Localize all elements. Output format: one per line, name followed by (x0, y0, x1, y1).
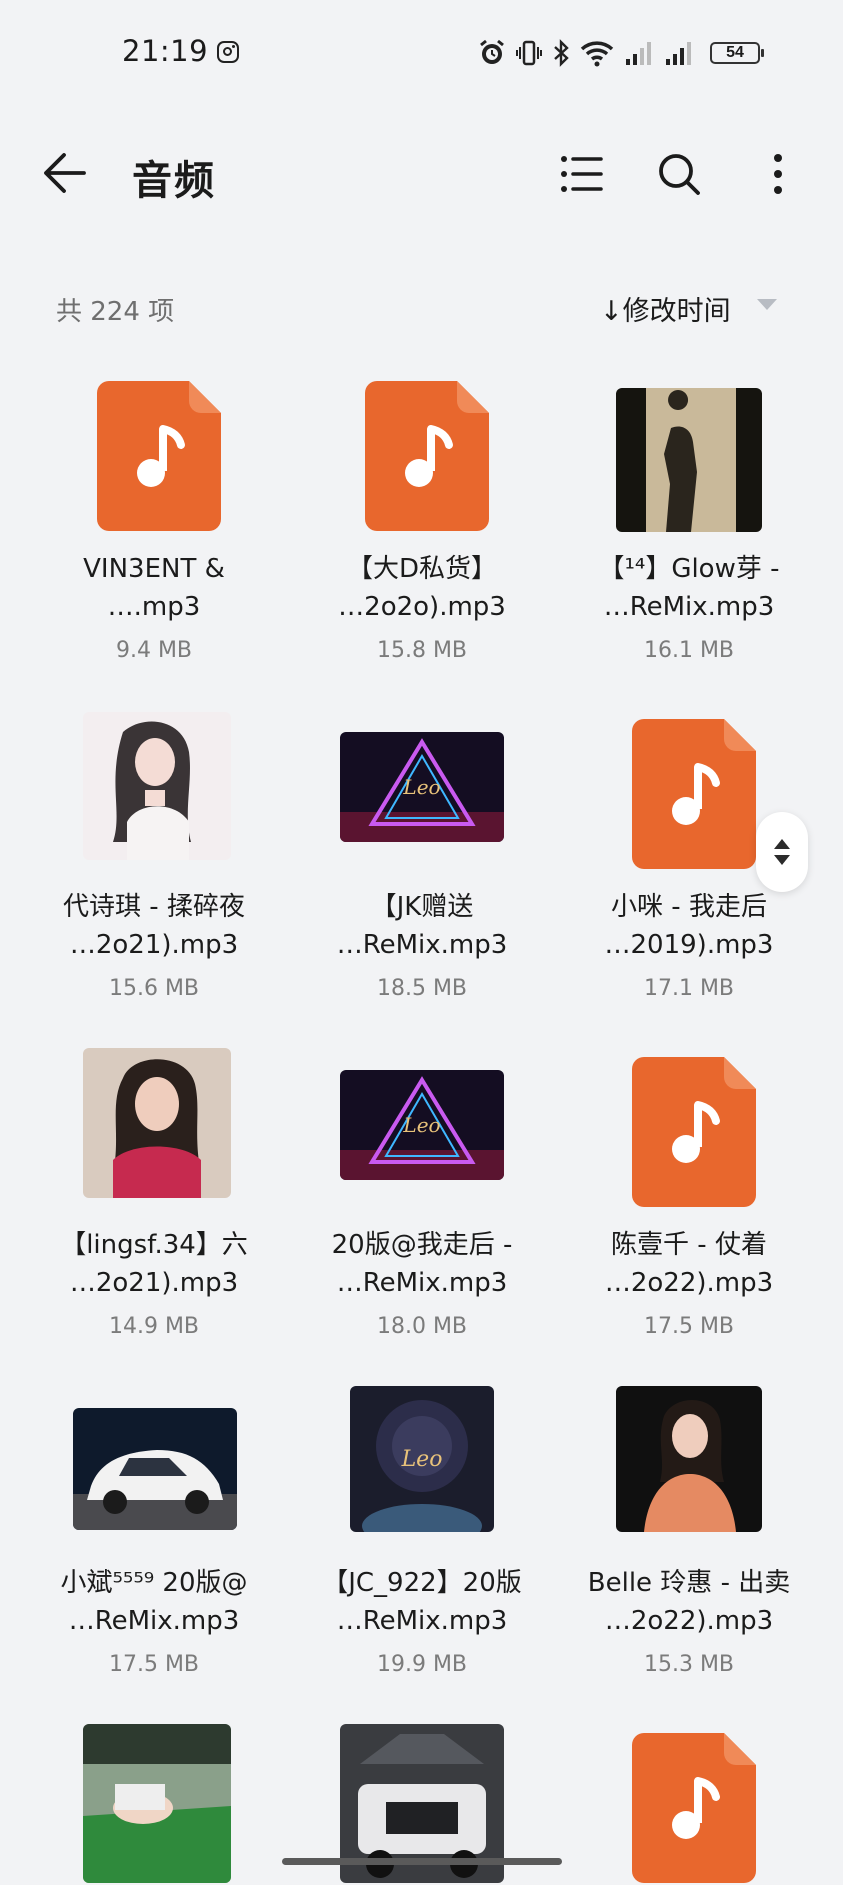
file-size: 16.1 MB (643, 638, 735, 663)
billiards-image (83, 1724, 231, 1883)
status-time: 21:19 (122, 34, 209, 68)
car-image (73, 1408, 237, 1530)
file-size: 9.4 MB (115, 638, 193, 663)
file-name: 20版@我走后 - …ReMix.mp3 (331, 1230, 513, 1298)
file-name: 【¹⁴】Glow芽 - …ReMix.mp3 (598, 554, 780, 622)
file-size: 17.1 MB (643, 976, 735, 1001)
file-size: 18.0 MB (376, 1314, 468, 1339)
file-size: 18.5 MB (376, 976, 468, 1001)
neon-triangle-image: Leo (340, 732, 504, 842)
search-icon[interactable] (652, 147, 706, 201)
file-name: 【JC_922】20版 …ReMix.mp3 (322, 1568, 522, 1636)
file-size: 19.9 MB (376, 1652, 468, 1677)
lion-image: Leo (350, 1386, 494, 1532)
file-size: 15.3 MB (643, 1652, 735, 1677)
list-view-icon[interactable] (554, 147, 608, 201)
chevron-down-icon[interactable] (757, 299, 777, 310)
sort-button[interactable]: ↓修改时间 (600, 289, 731, 328)
music-file-icon (619, 1054, 769, 1209)
music-file-icon (352, 378, 502, 533)
bluetooth-icon (554, 39, 569, 67)
illustration-image (83, 712, 231, 860)
silhouette-image (616, 388, 762, 532)
portrait-image (616, 1386, 762, 1532)
signal-icon (626, 42, 651, 65)
svg-text:Leo: Leo (402, 1113, 440, 1137)
file-name: VIN3ENT & ….mp3 (83, 554, 225, 622)
more-vert-icon[interactable] (751, 147, 805, 201)
svg-text:Leo: Leo (401, 1447, 443, 1472)
music-file-icon (619, 1730, 769, 1885)
file-size: 17.5 MB (643, 1314, 735, 1339)
svg-text:Leo: Leo (402, 775, 440, 799)
alarm-icon (480, 39, 504, 64)
file-size: 17.5 MB (108, 1652, 200, 1677)
list-summary: 共 224 项 ↓修改时间 (0, 285, 843, 331)
file-size: 14.9 MB (108, 1314, 200, 1339)
neon-triangle-image: Leo (340, 1070, 504, 1180)
item-count: 共 224 项 (56, 297, 175, 327)
home-indicator[interactable] (282, 1858, 562, 1865)
file-name: 【大D私货】 …2o2o).mp3 (338, 554, 506, 622)
status-icons: 54 (478, 36, 764, 70)
file-name: 【JK赠送 …ReMix.mp3 (336, 892, 508, 960)
signal-icon (666, 42, 691, 65)
page-title: 音频 (132, 158, 216, 204)
chevron-up-icon (774, 839, 790, 849)
file-size: 15.8 MB (376, 638, 468, 663)
file-name: Belle 玲惠 - 出卖 …2o22).mp3 (587, 1568, 791, 1636)
music-file-icon (619, 716, 769, 871)
file-name: 代诗琪 - 揉碎夜 …2o21).mp3 (63, 892, 245, 960)
wifi-icon (580, 41, 614, 67)
file-size: 15.6 MB (108, 976, 200, 1001)
app-toolbar: 音频 (0, 130, 843, 216)
sort-label: ↓修改时间 (600, 296, 731, 327)
file-name: 小斌⁵⁵⁵⁹ 20版@ …ReMix.mp3 (60, 1568, 248, 1636)
back-arrow-icon[interactable] (40, 150, 90, 196)
vibrate-icon (516, 40, 542, 66)
file-name: 【lingsf.34】六 …2o21).mp3 (60, 1230, 248, 1298)
music-file-icon (84, 378, 234, 533)
status-bar: 21:19 54 (0, 0, 843, 108)
portrait-image (83, 1048, 231, 1198)
fast-scroll-handle[interactable] (756, 812, 808, 892)
file-name: 小咪 - 我走后 …2019).mp3 (604, 892, 774, 960)
battery-icon: 54 (710, 42, 764, 64)
file-name: 陈壹千 - 仗着 …2o22).mp3 (604, 1230, 774, 1298)
instagram-icon (217, 41, 239, 63)
chevron-down-icon (774, 855, 790, 865)
